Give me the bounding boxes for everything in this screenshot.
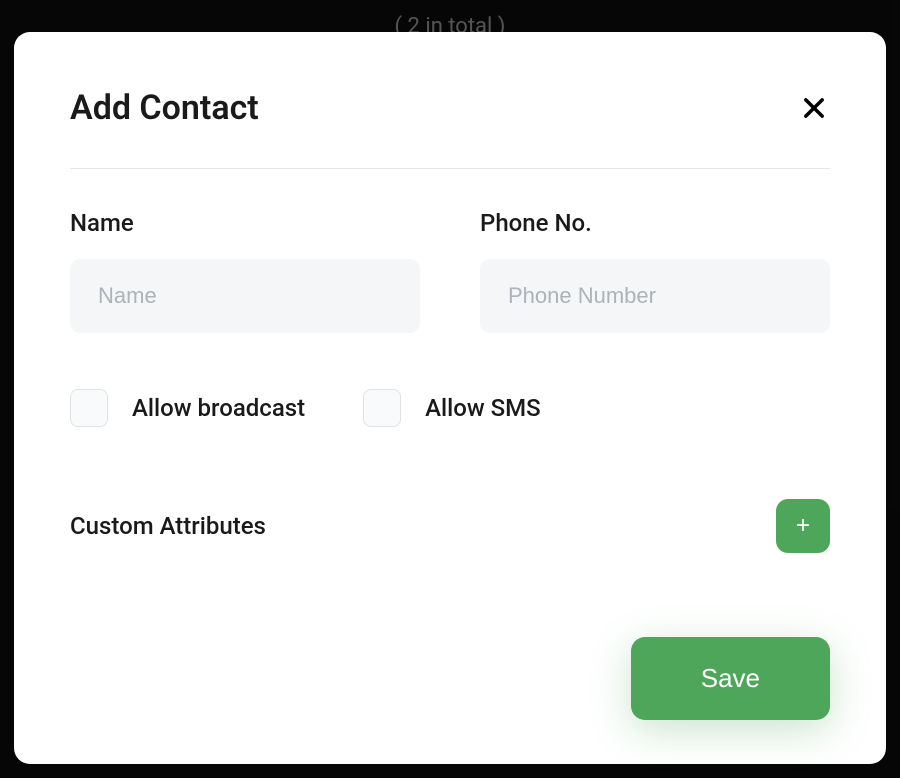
close-button[interactable] xyxy=(798,92,830,124)
field-row: Name Phone No. xyxy=(70,209,830,333)
checkbox-row: Allow broadcast Allow SMS xyxy=(70,389,830,427)
modal-header: Add Contact xyxy=(70,88,830,169)
name-label: Name xyxy=(70,209,420,237)
save-button[interactable]: Save xyxy=(631,637,830,720)
allow-sms-item: Allow SMS xyxy=(363,389,541,427)
phone-input[interactable] xyxy=(480,259,830,333)
form-body: Name Phone No. Allow broadcast Allow SMS… xyxy=(70,169,830,553)
name-input[interactable] xyxy=(70,259,420,333)
add-attribute-button[interactable]: + xyxy=(776,499,830,553)
custom-attributes-row: Custom Attributes + xyxy=(70,499,830,553)
modal-title: Add Contact xyxy=(70,88,259,128)
add-contact-modal: Add Contact Name Phone No. Allow broadca… xyxy=(14,32,886,764)
modal-footer: Save xyxy=(631,637,830,720)
plus-icon: + xyxy=(796,512,810,540)
custom-attributes-label: Custom Attributes xyxy=(70,512,266,540)
close-icon xyxy=(800,94,828,122)
allow-sms-label: Allow SMS xyxy=(425,394,541,422)
phone-field-group: Phone No. xyxy=(480,209,830,333)
allow-sms-checkbox[interactable] xyxy=(363,389,401,427)
allow-broadcast-checkbox[interactable] xyxy=(70,389,108,427)
allow-broadcast-label: Allow broadcast xyxy=(132,394,305,422)
name-field-group: Name xyxy=(70,209,420,333)
allow-broadcast-item: Allow broadcast xyxy=(70,389,305,427)
phone-label: Phone No. xyxy=(480,209,830,237)
